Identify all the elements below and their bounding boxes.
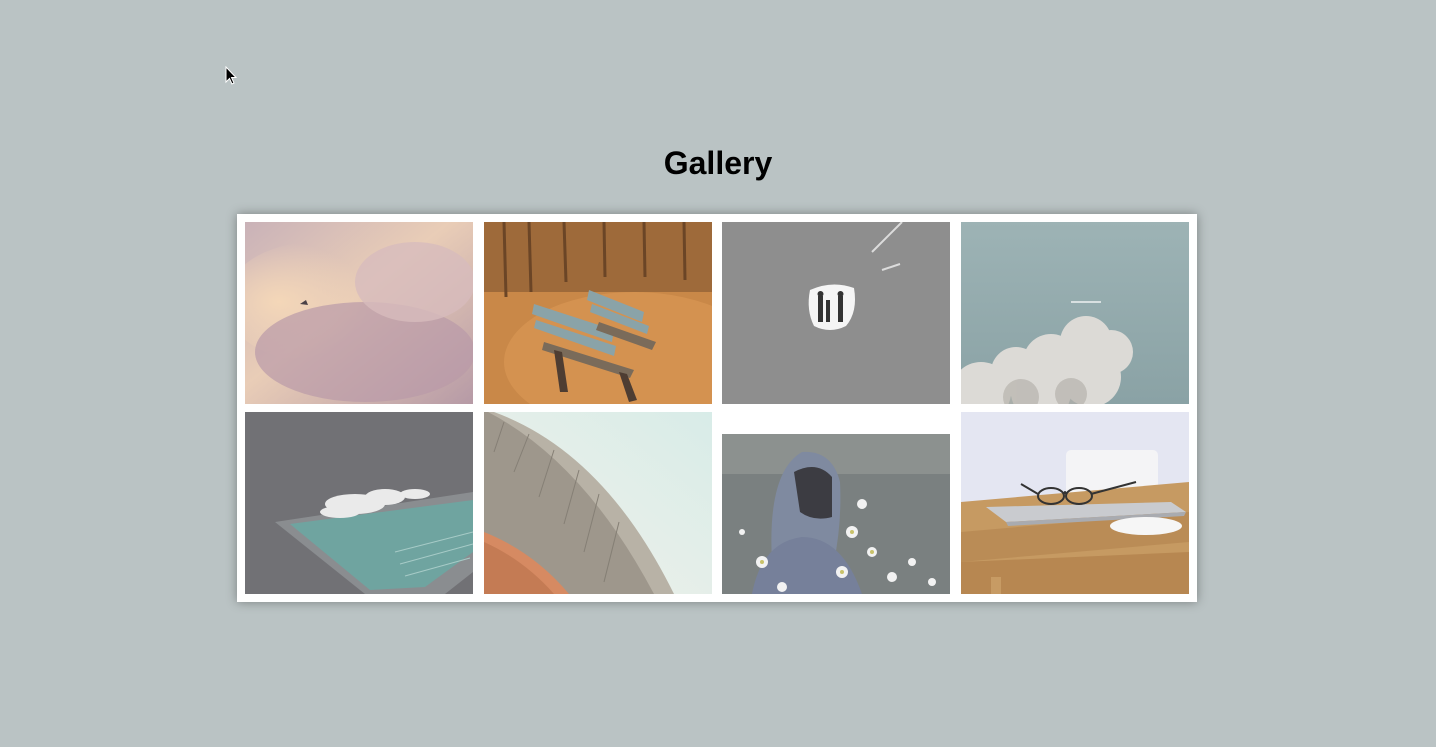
image-icon <box>722 412 950 594</box>
gallery-image-ocean-pool-waves[interactable] <box>245 412 473 594</box>
image-icon <box>484 412 712 594</box>
gallery-grid <box>237 214 1197 602</box>
image-icon <box>245 412 473 594</box>
image-icon <box>961 222 1189 404</box>
gallery-image-desk-glasses-mouse[interactable] <box>961 412 1189 594</box>
gallery-image-building-curve[interactable] <box>484 412 712 594</box>
image-icon <box>245 222 473 404</box>
gallery-image-autumn-park-benches[interactable] <box>484 222 712 404</box>
gallery-image-hooded-person-daisies[interactable] <box>722 412 950 594</box>
page-title: Gallery <box>663 145 773 181</box>
image-icon <box>722 222 950 404</box>
mouse-pointer-icon <box>225 66 238 85</box>
gallery-image-sky-clouds-bird[interactable] <box>245 222 473 404</box>
page: Gallery <box>0 0 1436 747</box>
gallery-image-tunnel-silhouettes[interactable] <box>722 222 950 404</box>
gallery-image-blue-sky-clouds[interactable] <box>961 222 1189 404</box>
image-icon <box>484 222 712 404</box>
image-icon <box>961 412 1189 594</box>
